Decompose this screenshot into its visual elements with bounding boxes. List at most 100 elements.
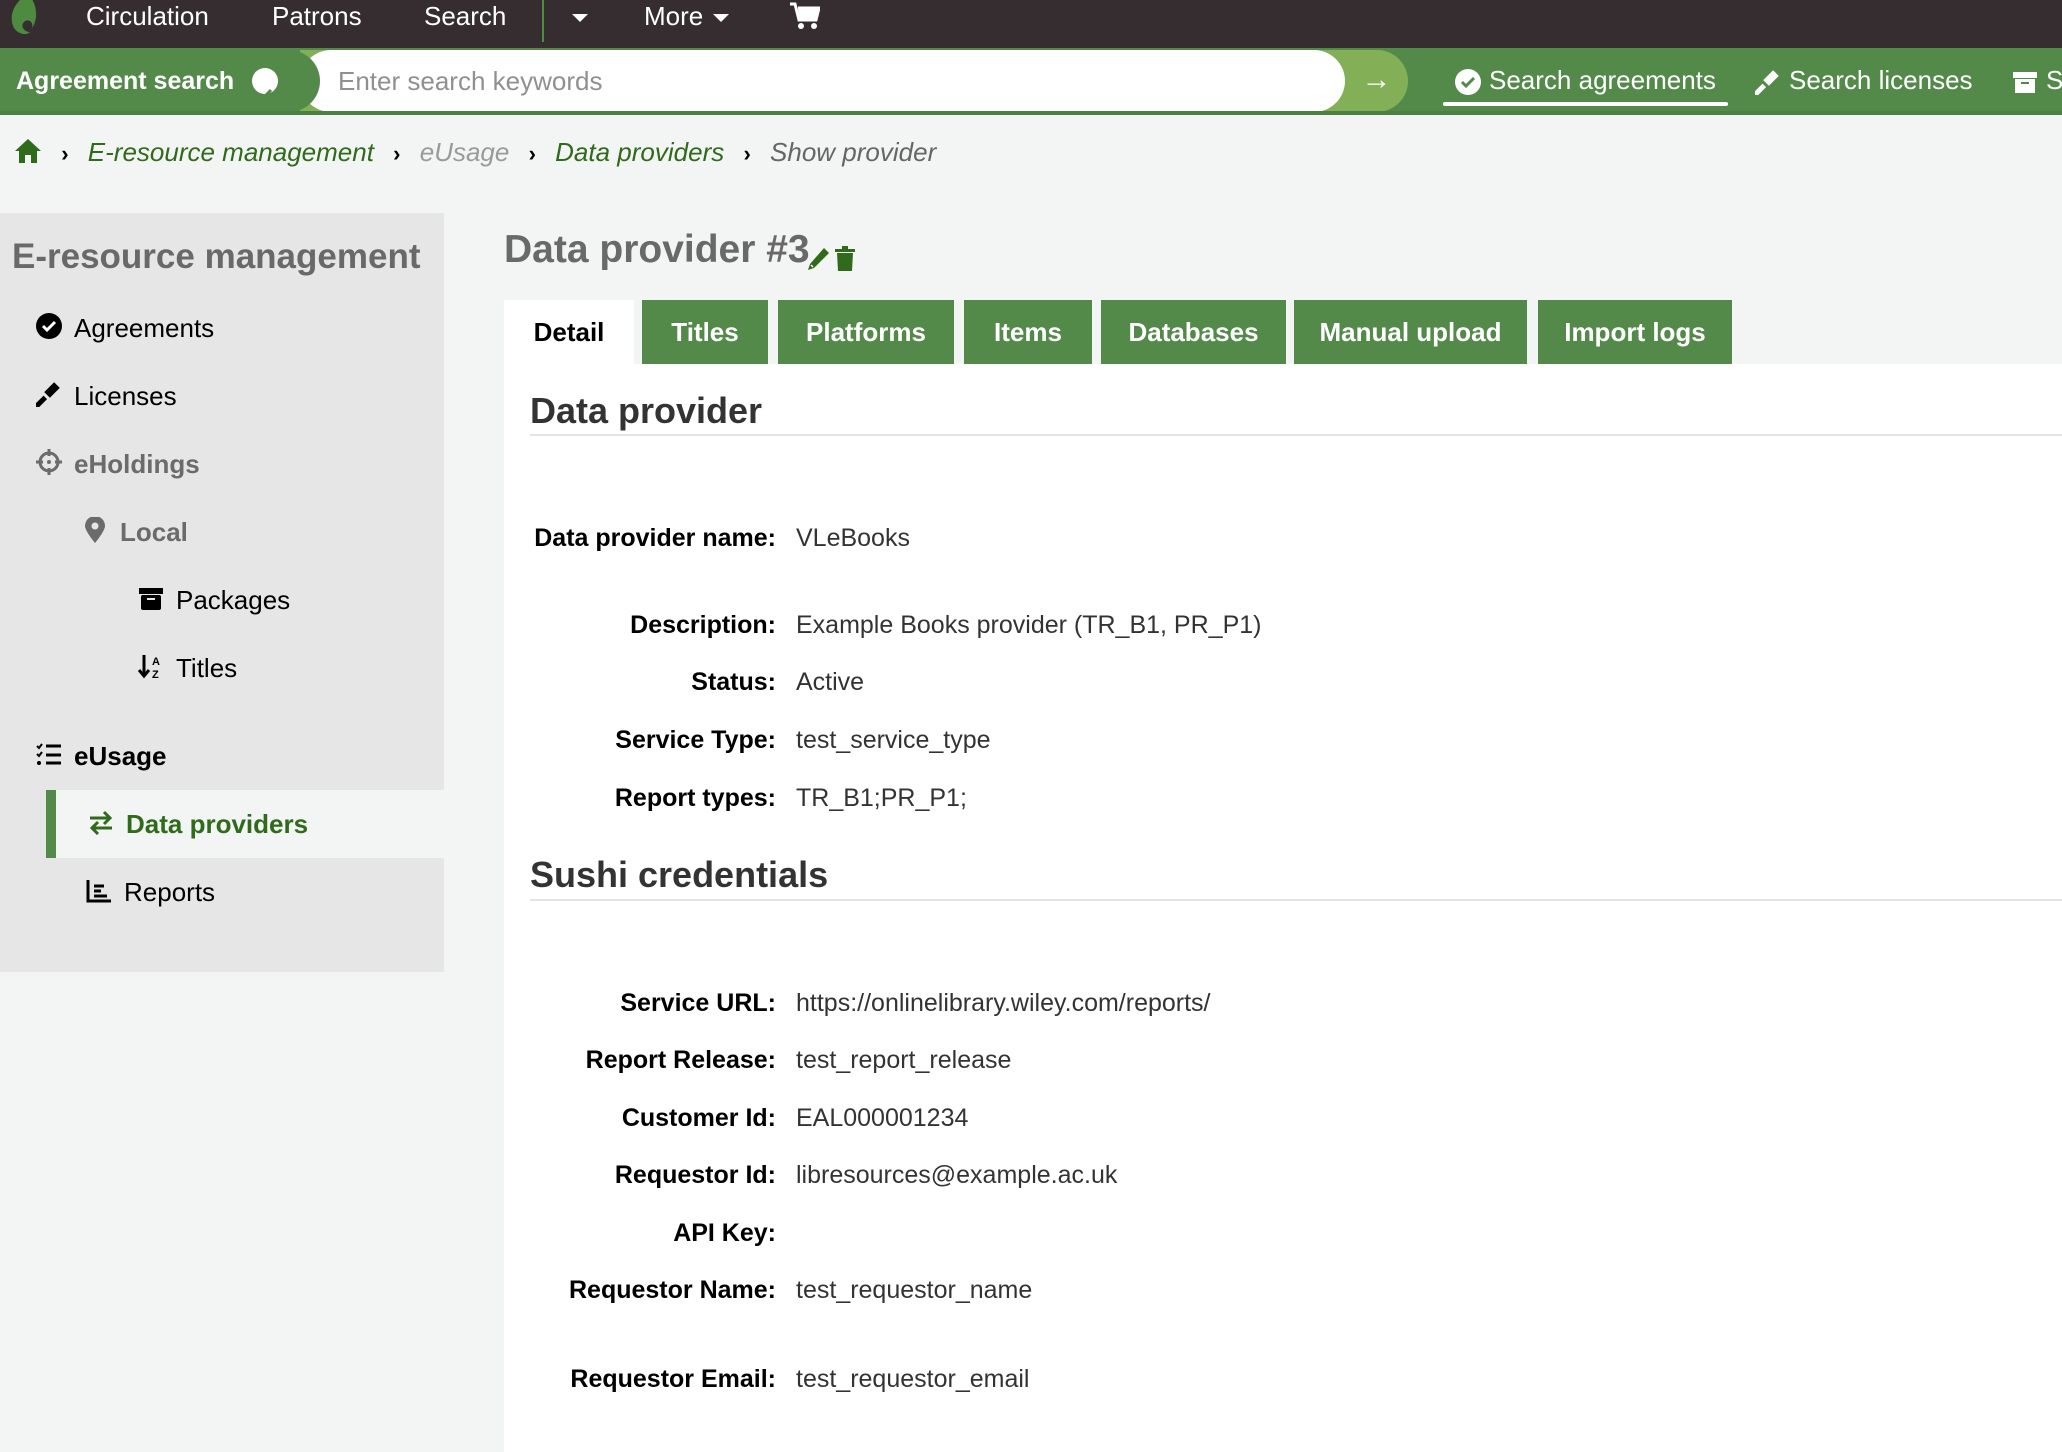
section-divider [530,434,2062,436]
nav-more[interactable]: More [644,0,730,36]
search-licenses-link[interactable]: Search licenses [1752,60,1973,102]
tab-items[interactable]: Items [964,300,1092,364]
sidebar-item-packages[interactable]: Packages [136,566,290,634]
check-circle-icon [34,296,64,364]
breadcrumb-separator: › [393,141,401,166]
breadcrumb-separator: › [61,141,69,166]
edit-pencil-icon[interactable] [806,246,830,272]
field-value-service-type: test_service_type [796,726,991,754]
sidebar-item-label: Agreements [74,313,215,343]
sidebar-item-data-providers[interactable]: Data providers [46,790,444,858]
search-packages-link[interactable]: S [2012,60,2062,102]
sidebar-item-local: Local [80,498,188,566]
sidebar-item-label: Packages [176,585,291,615]
archive-box-icon [2013,72,2037,94]
tab-manual-upload[interactable]: Manual upload [1294,300,1527,364]
search-submit-button[interactable]: → [1345,50,1408,112]
sidebar-item-label: Licenses [74,381,177,411]
map-marker-icon [80,500,110,568]
field-value-customer-id: EAL000001234 [796,1104,969,1132]
breadcrumb: › E-resource management › eUsage › Data … [14,130,936,174]
check-circle-icon [1455,69,1481,96]
sidebar-item-licenses[interactable]: Licenses [33,362,177,430]
search-licenses-label: Search licenses [1789,65,1973,95]
field-value-requestor-id: libresources@example.ac.uk [796,1161,1118,1189]
field-value-description: Example Books provider (TR_B1, PR_P1) [796,611,1262,639]
tab-detail[interactable]: Detail [504,300,634,364]
koha-logo-icon[interactable] [6,0,42,36]
nav-patrons[interactable]: Patrons [272,0,362,36]
sidebar-item-reports[interactable]: Reports [84,858,215,926]
field-label-api-key: API Key: [673,1219,776,1247]
delete-trash-icon[interactable] [834,246,856,272]
sidebar-item-titles[interactable]: A Z Titles [136,634,237,702]
cart-icon [790,2,821,29]
dropdown-caret-icon [572,14,588,23]
check-circle-icon [252,68,278,101]
page-title: Data provider #3 [504,228,810,271]
field-label-service-url: Service URL: [620,989,776,1017]
sidebar-item-label: Local [120,517,188,547]
sidebar-item-label: Titles [176,653,238,683]
tab-platforms[interactable]: Platforms [778,300,954,364]
sidebar: E-resource management Agreements License… [0,213,444,972]
exchange-arrows-icon [86,792,116,860]
search-input-wrapper: → [300,50,1408,112]
field-label-requestor-id: Requestor Id: [614,1161,776,1189]
search-bar: → Agreement search Search agreements Sea… [0,48,2062,115]
arrow-right-icon: → [1361,63,1392,96]
field-value-report-types: TR_B1;PR_P1; [796,784,967,812]
search-type-label: Agreement search [16,67,235,95]
detail-panel: Data provider Data provider name: VLeBoo… [504,364,2062,1452]
field-value-status: Active [796,668,865,696]
search-dropdown-toggle[interactable] [562,0,588,36]
field-value-report-release: test_report_release [796,1046,1012,1074]
breadcrumb-separator: › [743,141,751,166]
svg-text:Z: Z [152,669,159,679]
field-value-service-url: https://onlinelibrary.wiley.com/reports/ [796,989,1211,1017]
field-label-customer-id: Customer Id: [621,1104,776,1132]
crosshairs-icon [34,432,64,500]
tab-titles[interactable]: Titles [642,300,768,364]
field-label-report-types: Report types: [614,784,776,812]
breadcrumb-data-providers[interactable]: Data providers [555,137,724,167]
sidebar-item-eusage[interactable]: eUsage [34,722,167,790]
nav-separator [542,0,544,42]
field-label-requestor-name: Requestor Name: [569,1276,776,1304]
chevron-down-icon [713,14,730,23]
sidebar-item-label: eUsage [74,741,167,771]
tab-import-logs[interactable]: Import logs [1538,300,1732,364]
sidebar-item-agreements[interactable]: Agreements [34,294,214,362]
search-packages-label: S [2046,65,2062,95]
bar-chart-icon [84,860,114,928]
field-label-requestor-email: Requestor Email: [570,1365,776,1393]
field-value-data-provider-name: VLeBooks [796,524,910,552]
field-label-data-provider-name: Data provider name: [534,524,776,552]
sidebar-item-label: Reports [124,877,216,907]
cart-button[interactable] [790,2,821,38]
search-bar-border [0,111,2062,115]
search-input[interactable] [300,50,1345,112]
section-title-data-provider: Data provider [530,390,763,431]
nav-circulation[interactable]: Circulation [86,0,209,36]
field-value-requestor-email: test_requestor_email [796,1365,1030,1393]
section-divider [530,899,2062,901]
field-label-description: Description: [630,611,776,639]
search-agreements-link[interactable]: Search agreements [1443,60,1728,106]
gavel-icon [1752,70,1779,98]
tab-databases[interactable]: Databases [1101,300,1286,364]
field-label-status: Status: [691,668,776,696]
top-navigation: Circulation Patrons Search More [0,0,2062,48]
breadcrumb-separator: › [528,141,536,166]
search-type-selector[interactable]: Agreement search [0,50,320,112]
sort-alpha-icon: AZ [136,636,166,704]
sidebar-item-label: Data providers [126,809,309,839]
nav-search[interactable]: Search [424,0,506,36]
breadcrumb-erm[interactable]: E-resource management [88,137,374,167]
home-icon[interactable] [14,138,42,164]
section-title-sushi-credentials: Sushi credentials [530,854,829,895]
title-actions [806,246,856,277]
field-label-service-type: Service Type: [615,726,776,754]
sidebar-title: E-resource management [12,237,421,276]
sidebar-item-label: eHoldings [74,449,200,479]
